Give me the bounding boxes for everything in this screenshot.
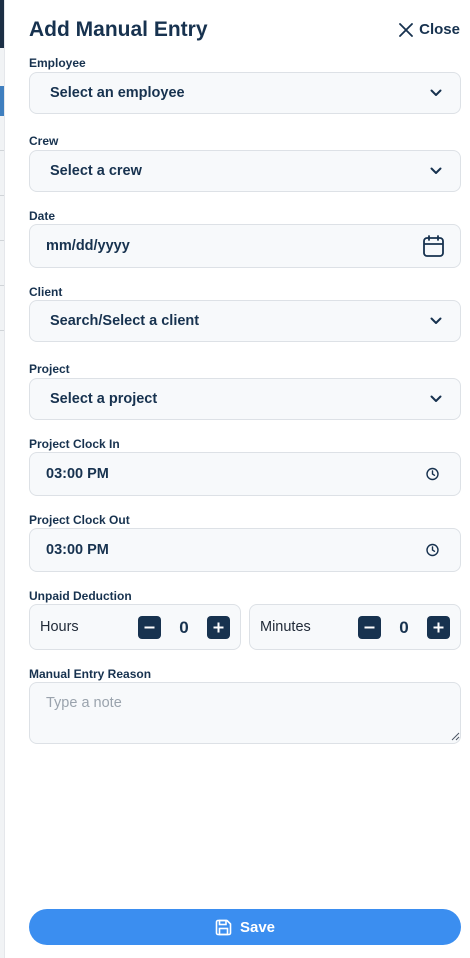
clock-in-label: Project Clock In	[29, 437, 120, 451]
minutes-value[interactable]: 0	[394, 618, 414, 638]
close-label: Close	[419, 21, 460, 38]
employee-select[interactable]: Select an employee	[29, 72, 461, 114]
clock-out-label: Project Clock Out	[29, 513, 130, 527]
crew-select[interactable]: Select a crew	[29, 150, 461, 192]
close-icon	[399, 22, 414, 37]
clock-in-field[interactable]: 03:00 PM	[29, 452, 461, 496]
manual-entry-panel: Add Manual Entry Close Employee Select a…	[4, 0, 470, 958]
crew-select-value: Select a crew	[50, 163, 142, 179]
employee-select-value: Select an employee	[50, 85, 185, 101]
reason-textarea[interactable]	[29, 682, 461, 744]
clock-in-value: 03:00 PM	[46, 466, 109, 482]
clock-icon[interactable]	[426, 543, 439, 557]
plus-icon	[433, 622, 444, 633]
hours-label: Hours	[40, 619, 79, 635]
project-select[interactable]: Select a project	[29, 378, 461, 420]
date-field[interactable]: mm/dd/yyyy	[29, 224, 461, 268]
minutes-increment-button[interactable]	[427, 616, 450, 639]
crew-label: Crew	[29, 134, 59, 148]
hours-stepper: Hours 0	[29, 604, 241, 650]
page-title: Add Manual Entry	[29, 18, 208, 41]
minutes-stepper: Minutes 0	[249, 604, 461, 650]
chevron-down-icon	[430, 89, 442, 96]
project-select-value: Select a project	[50, 391, 158, 407]
minutes-label: Minutes	[260, 619, 311, 635]
project-label: Project	[29, 362, 70, 376]
calendar-icon[interactable]	[423, 235, 444, 257]
floppy-disk-icon	[215, 919, 232, 935]
save-label: Save	[239, 918, 276, 936]
save-button[interactable]: Save	[29, 909, 461, 945]
client-select-value: Search/Select a client	[50, 313, 200, 329]
date-placeholder: mm/dd/yyyy	[46, 238, 130, 254]
minutes-decrement-button[interactable]	[358, 616, 381, 639]
clock-out-value: 03:00 PM	[46, 542, 109, 558]
date-label: Date	[29, 209, 56, 223]
hours-decrement-button[interactable]	[138, 616, 161, 639]
chevron-down-icon	[430, 317, 442, 324]
plus-icon	[213, 622, 224, 633]
close-button[interactable]: Close	[399, 21, 460, 38]
client-label: Client	[29, 285, 63, 299]
chevron-down-icon	[430, 395, 442, 402]
clock-out-field[interactable]: 03:00 PM	[29, 528, 461, 572]
panel-header: Add Manual Entry Close	[29, 16, 460, 48]
resize-handle-icon[interactable]	[451, 732, 460, 741]
minus-icon	[144, 626, 155, 629]
employee-label: Employee	[29, 56, 86, 70]
client-select[interactable]: Search/Select a client	[29, 300, 461, 342]
hours-increment-button[interactable]	[207, 616, 230, 639]
unpaid-deduction-label: Unpaid Deduction	[29, 589, 132, 603]
hours-value[interactable]: 0	[174, 618, 194, 638]
reason-label: Manual Entry Reason	[29, 667, 152, 681]
minus-icon	[364, 626, 375, 629]
chevron-down-icon	[430, 167, 442, 174]
clock-icon[interactable]	[426, 467, 439, 481]
